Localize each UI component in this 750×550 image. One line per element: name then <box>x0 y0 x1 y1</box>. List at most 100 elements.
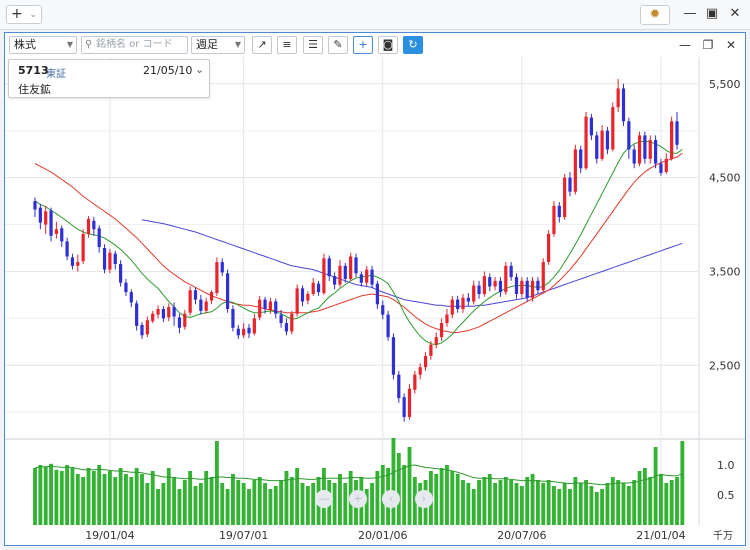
volume-bar <box>552 486 556 525</box>
volume-bar <box>584 480 588 525</box>
volume-bar <box>214 441 219 525</box>
candle-body <box>65 241 69 257</box>
candle-body <box>616 88 620 108</box>
volume-bar <box>145 483 150 525</box>
volume-bar <box>466 483 471 525</box>
candle-body <box>466 297 470 302</box>
candle-body <box>113 253 117 264</box>
pencil-icon[interactable]: ✎ <box>328 36 348 54</box>
price-tick-label: 2,500 <box>709 359 741 372</box>
candle-body <box>33 201 37 210</box>
candle-body <box>482 276 487 294</box>
volume-bar <box>600 489 605 525</box>
volume-bar <box>402 465 407 525</box>
close-icon[interactable]: ✕ <box>727 6 743 22</box>
scroll-first-icon[interactable]: — <box>315 490 333 508</box>
volume-bar <box>637 471 642 525</box>
candle-body <box>81 233 85 262</box>
volume-bar <box>519 486 524 525</box>
volume-bar <box>129 477 134 525</box>
volume-bar <box>471 489 476 525</box>
app-window: + ⌄ ✹ — ▣ ✕ 株式 ▼ ⚲ 銘柄名 or コード 週足 ▼ ↗ ≡ ☰ ✎ +… <box>0 0 750 550</box>
candle-body <box>536 280 540 291</box>
volume-bar <box>370 483 374 525</box>
volume-bar <box>113 477 118 525</box>
candle-body <box>49 210 53 236</box>
volume-bar <box>118 468 123 525</box>
panel-close-icon[interactable]: ✕ <box>723 37 739 53</box>
candle-body <box>209 292 214 301</box>
volume-bar <box>236 480 241 525</box>
candle-body <box>108 252 112 270</box>
volume-bar <box>134 468 139 525</box>
volume-bar <box>455 474 460 525</box>
exchange-label: 東証 <box>46 69 66 80</box>
candle-body <box>397 374 401 399</box>
candle-body <box>76 262 80 266</box>
candle-body <box>573 149 577 192</box>
candle-body <box>450 299 454 315</box>
horizontal-line-tool-icon[interactable]: ≡ <box>277 36 297 54</box>
candle-body <box>461 297 465 309</box>
volume-bar <box>525 477 530 525</box>
candle-body <box>514 277 519 294</box>
candle-body <box>97 228 101 248</box>
company-name: 住友鉱 <box>18 83 51 96</box>
volume-bar <box>450 471 455 525</box>
candle-body <box>225 273 230 309</box>
gear-icon[interactable]: ✹ <box>640 5 670 25</box>
volume-bar <box>300 483 305 525</box>
volume-bar <box>535 480 540 525</box>
volume-bar <box>680 441 685 525</box>
chart-canvas[interactable]: 5,500 4,500 3,500 2,500 19/01/04 19/07/01 20/0… <box>5 57 745 545</box>
refresh-icon[interactable]: ↻ <box>403 36 423 54</box>
volume-bar <box>498 480 503 525</box>
volume-bar <box>616 480 621 525</box>
candle-body <box>632 149 636 164</box>
text-align-tool-icon[interactable]: ☰ <box>303 36 323 54</box>
volume-bar <box>156 489 160 525</box>
candle-body <box>423 355 428 368</box>
candle-body <box>477 285 481 294</box>
candle-body <box>675 121 679 145</box>
scroll-left-icon[interactable]: ‹ <box>382 490 400 508</box>
candle-body <box>268 301 273 310</box>
volume-bar <box>91 471 96 525</box>
volume-bar <box>198 483 203 525</box>
maximize-icon[interactable]: ▣ <box>704 6 720 22</box>
trendline-tool-icon[interactable]: ↗ <box>252 36 272 54</box>
candle-body <box>472 285 476 302</box>
candle-body <box>86 218 91 234</box>
candle-body <box>530 280 535 298</box>
market-select[interactable]: 株式 ▼ <box>9 36 77 54</box>
minimize-icon[interactable]: — <box>682 6 698 22</box>
symbol-search-input[interactable]: ⚲ 銘柄名 or コード <box>81 36 188 54</box>
camera-icon[interactable]: ◙ <box>378 36 398 54</box>
panel-minimize-icon[interactable]: — <box>677 37 693 53</box>
volume-bar <box>54 469 59 525</box>
period-select[interactable]: 週足 ▼ <box>191 36 245 54</box>
volume-bar <box>648 477 653 525</box>
panel-restore-icon[interactable]: ❐ <box>700 37 716 53</box>
candle-body <box>290 313 294 332</box>
candle-body <box>493 280 497 287</box>
volume-bar <box>70 468 75 525</box>
scroll-right-icon[interactable]: › <box>415 490 433 508</box>
chevron-down-circle-icon[interactable]: ⌄ <box>195 63 204 76</box>
time-tick-label: 19/07/01 <box>219 529 268 542</box>
candle-body <box>306 293 310 301</box>
candle-body <box>129 292 133 303</box>
candle-body <box>525 280 529 298</box>
symbol-info-box: 5713 東証 21/05/10 ⌄ 住友鉱 <box>8 59 210 98</box>
add-chart-button[interactable]: + ⌄ <box>6 5 42 24</box>
time-tick-label: 20/01/06 <box>358 529 407 542</box>
zoom-in-icon[interactable]: + <box>349 490 367 508</box>
candle-body <box>92 220 96 230</box>
candle-body <box>258 299 262 318</box>
candle-body <box>231 309 235 328</box>
volume-bar <box>605 483 610 525</box>
crosshair-icon[interactable]: + <box>353 36 373 54</box>
volume-bar <box>273 486 278 525</box>
candle-body <box>188 290 192 313</box>
candle-body <box>439 323 444 338</box>
